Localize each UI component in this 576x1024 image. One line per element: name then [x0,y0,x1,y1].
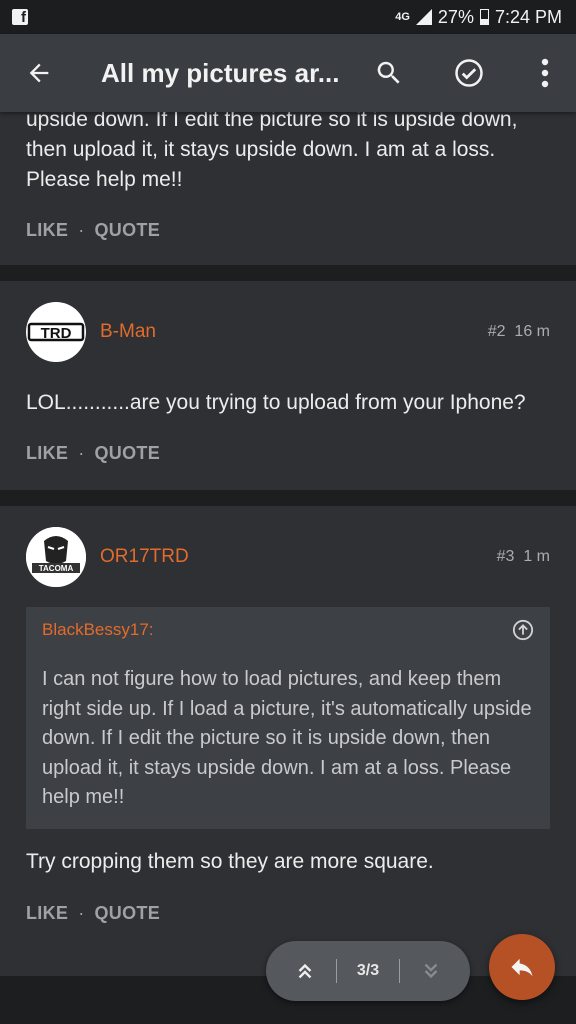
post-actions: LIKE · QUOTE [26,220,161,241]
battery-label: 27% [437,6,474,27]
search-icon [377,61,400,84]
thread-title: All my pictures ar... [101,57,340,88]
reply-button[interactable] [489,934,555,1000]
last-page-icon[interactable] [420,960,442,982]
back-button[interactable] [11,45,67,101]
battery-icon [479,9,489,25]
status-indicators: 4G 27% 7:24 PM [395,7,562,28]
divider [0,265,576,281]
post-time: 1 m [523,548,550,565]
check-circle-icon [455,59,483,87]
status-bar: f 4G 27% 7:24 PM [0,0,576,34]
more-options-button[interactable] [517,45,573,101]
like-button[interactable]: LIKE [26,443,68,464]
divider [0,490,576,506]
post-meta: #3 1 m [497,548,550,566]
quote-author[interactable]: BlackBessy17: [42,620,154,640]
post-card: TACOMA OR17TRD #3 1 m BlackBessy17: I ca… [0,506,576,976]
avatar-text: TACOMA [39,564,74,573]
app-bar: All my pictures ar... [0,34,576,112]
clock: 7:24 PM [494,6,562,27]
search-button[interactable] [361,45,417,101]
quote-button[interactable]: QUOTE [95,220,161,241]
page-indicator[interactable]: 3/3 [357,962,379,980]
post-actions: LIKE · QUOTE [26,902,161,924]
like-button[interactable]: LIKE [26,903,68,924]
post-body: Try cropping them so they are more squar… [26,849,434,873]
post-number[interactable]: #3 [497,548,515,565]
avatar[interactable]: TRD [26,302,86,362]
quote-text: I can not figure how to load pictures, a… [42,668,532,808]
go-to-quote-icon[interactable] [512,619,534,641]
post-header: TRD B-Man #2 16 m [26,302,550,362]
signal-icon [415,9,432,25]
post-body: upside down. If I edit the picture so it… [26,108,518,191]
mark-read-button[interactable] [441,45,497,101]
post-body: LOL...........are you trying to upload f… [26,391,526,414]
quote-block: BlackBessy17: I can not figure how to lo… [26,607,550,829]
post-header: TACOMA OR17TRD #3 1 m [26,527,550,587]
avatar-text: TRD [41,325,72,342]
network-label: 4G [395,10,410,23]
post-time: 16 m [514,323,550,340]
post-card: TRD B-Man #2 16 m LOL...........are you … [0,281,576,490]
quote-header: BlackBessy17: [42,619,534,641]
post-number[interactable]: #2 [488,323,506,340]
first-page-icon[interactable] [294,960,316,982]
avatar[interactable]: TACOMA [26,527,86,587]
post-list: upside down. If I edit the picture so it… [0,108,576,976]
quote-button[interactable]: QUOTE [95,903,161,924]
more-vert-icon [541,58,549,88]
username-link[interactable]: OR17TRD [100,546,189,568]
reply-icon [511,958,533,977]
back-arrow-icon [29,63,49,83]
post-card: upside down. If I edit the picture so it… [0,108,576,265]
trd-logo-icon: TRD [27,322,85,342]
like-button[interactable]: LIKE [26,220,68,241]
username-link[interactable]: B-Man [100,321,156,343]
post-meta: #2 16 m [488,323,550,341]
facebook-icon: f [12,9,28,25]
page-navigator: 3/3 [266,941,470,1001]
tacoma-logo-icon: TACOMA [26,527,86,587]
quote-button[interactable]: QUOTE [95,443,161,464]
post-actions: LIKE · QUOTE [26,443,161,464]
